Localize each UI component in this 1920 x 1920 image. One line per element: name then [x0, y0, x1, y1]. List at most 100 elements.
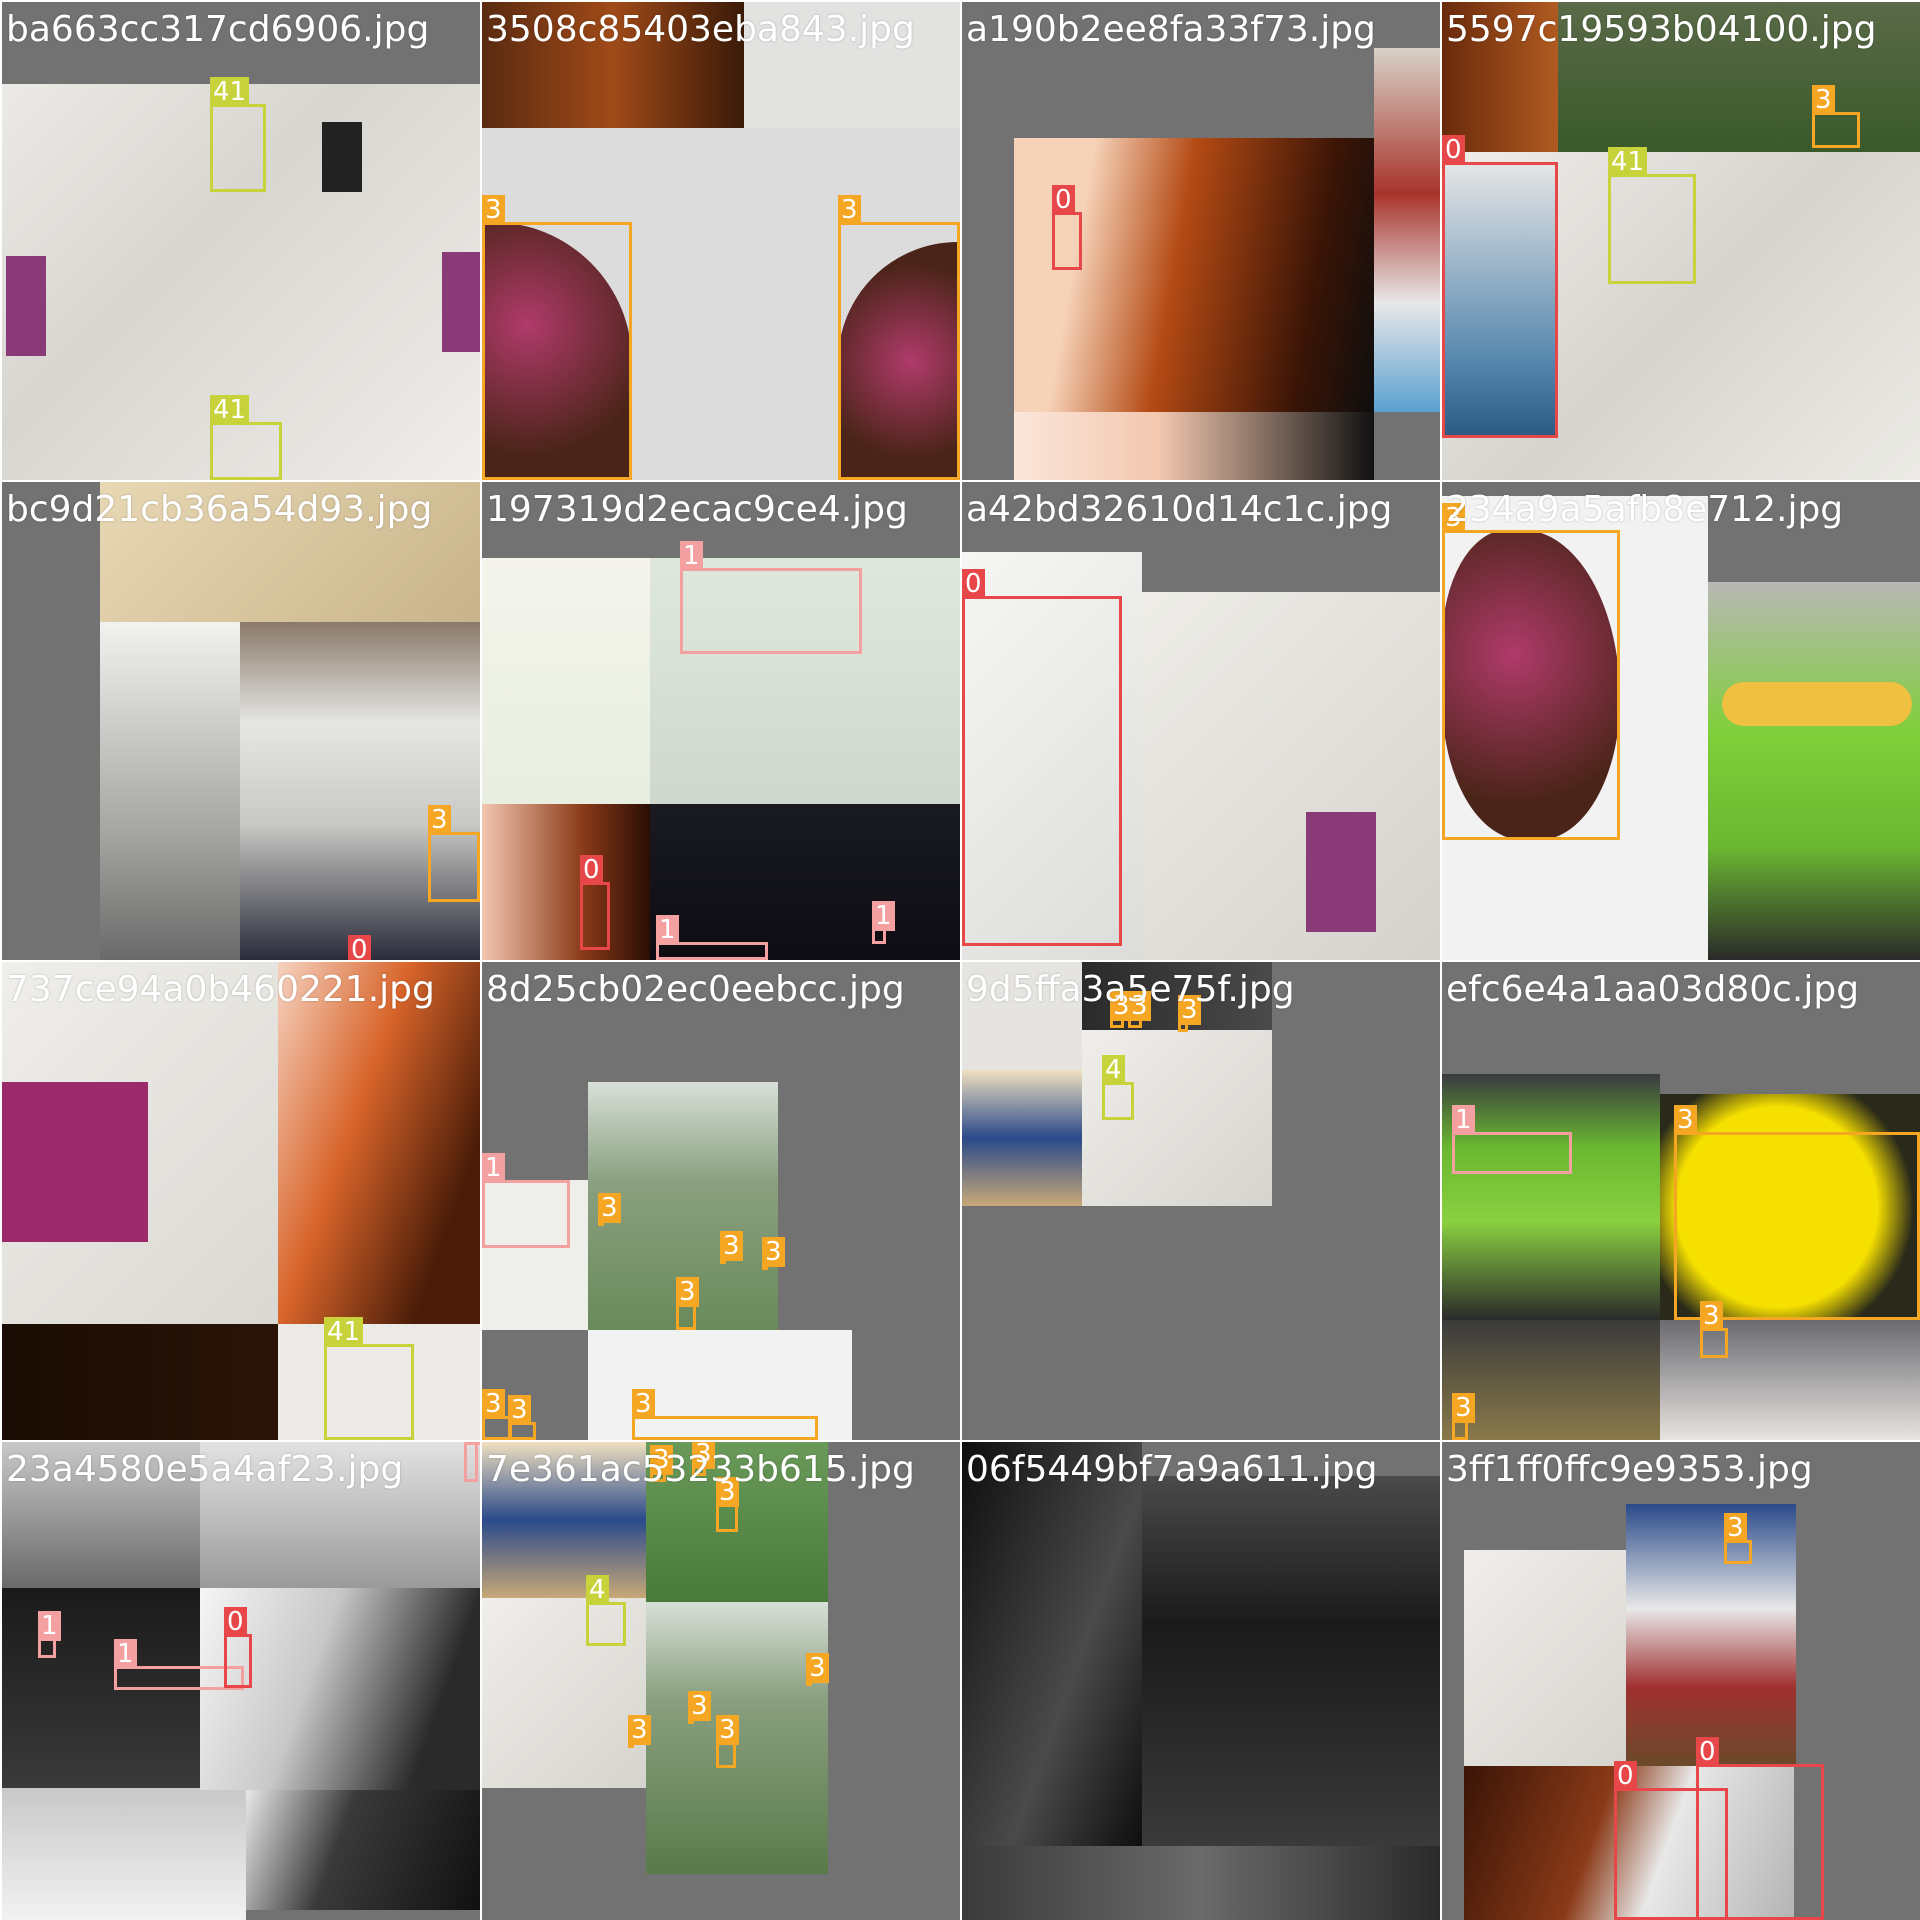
detection-box: 4: [586, 1575, 626, 1646]
detection-box: 3: [676, 1277, 699, 1330]
tile-9: 737ce94a0b460221.jpg 41: [2, 962, 480, 1440]
detection-label: 3: [628, 1715, 651, 1745]
tile-13: 23a4580e5a4af23.jpg 1 1 0 1: [2, 1442, 480, 1920]
tile-filename: 197319d2ecac9ce4.jpg: [486, 489, 908, 530]
detection-box: 1: [872, 901, 895, 944]
image-patch: [962, 1070, 1082, 1206]
image-patch: [1708, 582, 1920, 960]
tile-filename: ba663cc317cd6906.jpg: [6, 9, 430, 50]
image-patch: [1374, 48, 1440, 412]
detection-box: 3: [1452, 1393, 1475, 1440]
detection-label: 4: [1102, 1055, 1125, 1085]
detection-box: 4: [1102, 1055, 1134, 1120]
detection-label: 1: [1452, 1105, 1475, 1135]
detection-label: 1: [38, 1611, 61, 1641]
detection-label: 41: [1608, 147, 1648, 177]
image-patch: [1142, 592, 1440, 960]
tile-filename: 7e361ac53233b615.jpg: [486, 1449, 915, 1490]
detection-box: 3: [508, 1395, 536, 1440]
image-patch: [278, 962, 480, 1324]
detection-label: 3: [428, 805, 451, 835]
detection-box: 3: [1700, 1301, 1728, 1358]
detection-label: 41: [210, 77, 250, 107]
detection-box: 3: [762, 1237, 785, 1270]
detection-box: 3: [716, 1715, 739, 1768]
detection-box: 41: [1608, 147, 1696, 284]
image-patch: [240, 622, 480, 960]
image-patch: [2, 1082, 148, 1242]
detection-box: 1: [656, 915, 768, 960]
image-patch: [2, 1788, 246, 1920]
image-patch: [1464, 1550, 1626, 1766]
detection-box: 3: [628, 1715, 651, 1748]
detection-label: 3: [508, 1395, 531, 1425]
tile-10: 8d25cb02ec0eebcc.jpg 1 3 3 3 3 3 3 3: [482, 962, 960, 1440]
detection-box: 3: [1178, 995, 1201, 1032]
detection-label: 1: [656, 915, 679, 945]
tile-1: ba663cc317cd6906.jpg 41 41: [2, 2, 480, 480]
detection-label: 1: [680, 541, 703, 571]
image-patch: [442, 252, 480, 352]
tile-8: 234a9a5afb8e712.jpg 3: [1442, 482, 1920, 960]
tile-filename: a190b2ee8fa33f73.jpg: [966, 9, 1376, 50]
tile-filename: efc6e4a1aa03d80c.jpg: [1446, 969, 1860, 1010]
detection-label: 1: [872, 901, 895, 931]
detection-label: 0: [348, 935, 371, 960]
image-patch: [1722, 682, 1912, 726]
detection-box: 3: [632, 1389, 818, 1440]
detection-box: 0: [962, 569, 1122, 946]
tile-filename: 5597c19593b04100.jpg: [1446, 9, 1877, 50]
detection-box: 3: [716, 1477, 739, 1532]
image-patch: [1014, 138, 1374, 412]
detection-label: 3: [688, 1691, 711, 1721]
detection-label: 0: [962, 569, 985, 599]
image-patch: [2, 1324, 278, 1440]
image-patch: [100, 622, 240, 960]
tile-14: 7e361ac53233b615.jpg 3 3 3 4 3 3 3 3: [482, 1442, 960, 1920]
image-patch: [1442, 1320, 1660, 1440]
tile-2: 3508c85403eba843.jpg 3 3: [482, 2, 960, 480]
detection-label: 3: [598, 1193, 621, 1223]
detection-box: 3: [838, 195, 960, 480]
detection-box: 0: [1052, 185, 1082, 270]
detection-box: 3: [720, 1231, 743, 1264]
detection-label: 3: [1700, 1301, 1723, 1331]
tile-filename: 9d5ffa3a5e75f.jpg: [966, 969, 1295, 1010]
detection-label: 3: [1452, 1393, 1475, 1423]
image-patch: [962, 1846, 1440, 1920]
detection-box: 3: [1128, 991, 1151, 1028]
detection-box: 3: [1110, 991, 1133, 1028]
image-patch: [246, 1790, 480, 1910]
detection-label: 41: [324, 1317, 364, 1347]
tile-11: 9d5ffa3a5e75f.jpg 3 3 3 4: [962, 962, 1440, 1440]
tile-filename: a42bd32610d14c1c.jpg: [966, 489, 1393, 530]
detection-box: 0: [580, 855, 610, 950]
tile-filename: 06f5449bf7a9a611.jpg: [966, 1449, 1378, 1490]
image-patch: [1442, 1074, 1660, 1320]
detection-label: 3: [716, 1715, 739, 1745]
detection-box: 3: [688, 1691, 711, 1724]
tile-filename: 3508c85403eba843.jpg: [486, 9, 915, 50]
detection-box: 41: [324, 1317, 414, 1440]
detection-label: 3: [482, 195, 505, 225]
detection-label: 1: [114, 1639, 137, 1669]
image-patch: [962, 1442, 1142, 1846]
detection-box: 3: [598, 1193, 621, 1226]
detection-label: 0: [224, 1607, 247, 1637]
detection-box: 0: [224, 1607, 252, 1688]
detection-box: 3: [1442, 503, 1620, 840]
detection-label: 3: [1674, 1105, 1697, 1135]
detection-box: 0: [1442, 135, 1558, 438]
detection-box: 1: [38, 1611, 61, 1658]
detection-label: 0: [1442, 135, 1465, 165]
tile-filename: 737ce94a0b460221.jpg: [6, 969, 435, 1010]
detection-box: 1: [1452, 1105, 1572, 1174]
detection-label: 1: [482, 1153, 505, 1183]
detection-label: 3: [762, 1237, 785, 1267]
detection-label: 41: [210, 395, 250, 425]
image-patch: [1660, 1320, 1920, 1440]
detection-label: 3: [632, 1389, 655, 1419]
detection-label: 3: [676, 1277, 699, 1307]
detection-box: 3: [1724, 1513, 1752, 1564]
image-patch: [322, 122, 362, 192]
